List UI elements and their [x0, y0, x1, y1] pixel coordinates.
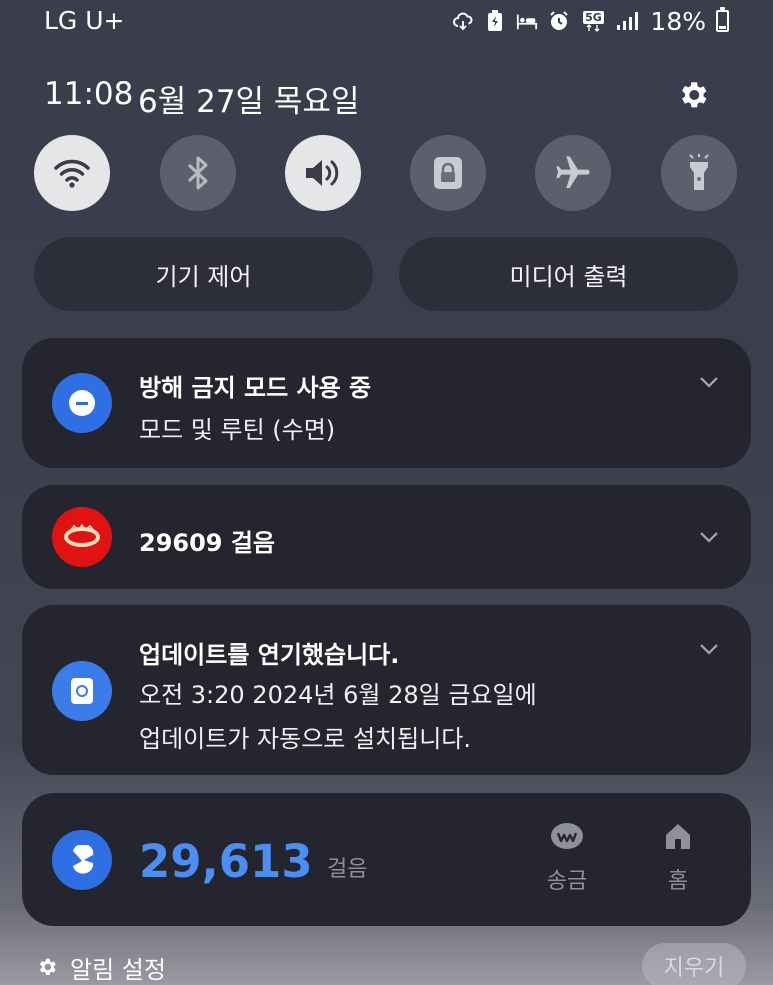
clock[interactable]: 11:08 [44, 76, 133, 112]
notification-body-line-2: 업데이트가 자동으로 설치됩니다. [139, 725, 472, 753]
network-5g-icon: 5G [580, 10, 606, 32]
notification-steps[interactable]: 29609 걸음 [22, 485, 751, 589]
panel-header: 11:08 6월 27일 목요일 [44, 74, 734, 121]
quick-settings [34, 135, 738, 211]
home-button[interactable]: 홈 [638, 821, 718, 895]
lock-toggle[interactable] [410, 135, 486, 211]
signal-icon [616, 10, 639, 32]
send-money-icon [551, 823, 583, 849]
battery-saver-icon [484, 10, 506, 32]
bluetooth-toggle[interactable] [160, 135, 236, 211]
gear-icon [682, 82, 707, 108]
notification-dnd[interactable]: 방해 금지 모드 사용 중 모드 및 루틴 (수면) [22, 338, 751, 468]
wifi-icon [54, 159, 90, 188]
steps-count: 29,613 [139, 835, 313, 888]
software-update-icon [52, 661, 112, 721]
notification-title: 업데이트를 연기했습니다. [139, 641, 400, 669]
settings-button[interactable] [674, 76, 712, 114]
dashin-logo-icon [52, 507, 112, 567]
flashlight-toggle[interactable] [661, 135, 737, 211]
dnd-icon [52, 373, 112, 433]
sleep-icon [516, 10, 538, 32]
date[interactable]: 6월 27일 목요일 [138, 76, 359, 121]
battery-percent: 18% [650, 6, 706, 36]
chevron-down-icon[interactable] [697, 637, 721, 661]
alarm-icon [548, 10, 570, 32]
airplane-icon [556, 156, 590, 188]
cloud-sync-icon [452, 10, 474, 32]
notification-title: 29609 걸음 [139, 529, 276, 557]
wifi-toggle[interactable] [34, 135, 110, 211]
home-icon [666, 824, 690, 849]
bluetooth-icon [187, 156, 208, 190]
airplane-toggle[interactable] [535, 135, 611, 211]
toss-icon [52, 830, 112, 890]
notification-settings-button[interactable]: 알림 설정 [36, 950, 166, 984]
chevron-down-icon[interactable] [697, 370, 721, 394]
clear-all-button[interactable]: 지우기 [642, 943, 746, 985]
notification-settings-label: 알림 설정 [70, 955, 166, 984]
media-output-button[interactable]: 미디어 출력 [399, 237, 738, 311]
device-control-button[interactable]: 기기 제어 [34, 237, 373, 311]
sound-toggle[interactable] [285, 135, 361, 211]
send-money-label: 송금 [546, 869, 588, 894]
steps-widget[interactable]: 29,613 걸음 송금 홈 [22, 793, 751, 926]
carrier-name: LG U+ [44, 6, 125, 35]
flashlight-icon [689, 154, 709, 190]
notification-body-line-1: 오전 3:20 2024년 6월 28일 금요일에 [139, 681, 537, 709]
notification-body: 모드 및 루틴 (수면) [139, 416, 336, 444]
status-icons: 5G 18% [452, 6, 729, 36]
notification-update[interactable]: 업데이트를 연기했습니다. 오전 3:20 2024년 6월 28일 금요일에 … [22, 605, 751, 775]
chevron-down-icon[interactable] [697, 525, 721, 549]
notification-title: 방해 금지 모드 사용 중 [139, 374, 372, 402]
gear-icon [39, 958, 56, 975]
battery-icon [716, 7, 729, 32]
lock-icon [434, 157, 462, 189]
speaker-icon [306, 160, 339, 186]
home-label: 홈 [667, 869, 689, 894]
status-bar: LG U+ 5G 18% [0, 0, 773, 44]
network-type: 5G [583, 10, 604, 24]
send-money-button[interactable]: 송금 [527, 821, 607, 895]
steps-unit: 걸음 [327, 857, 368, 882]
